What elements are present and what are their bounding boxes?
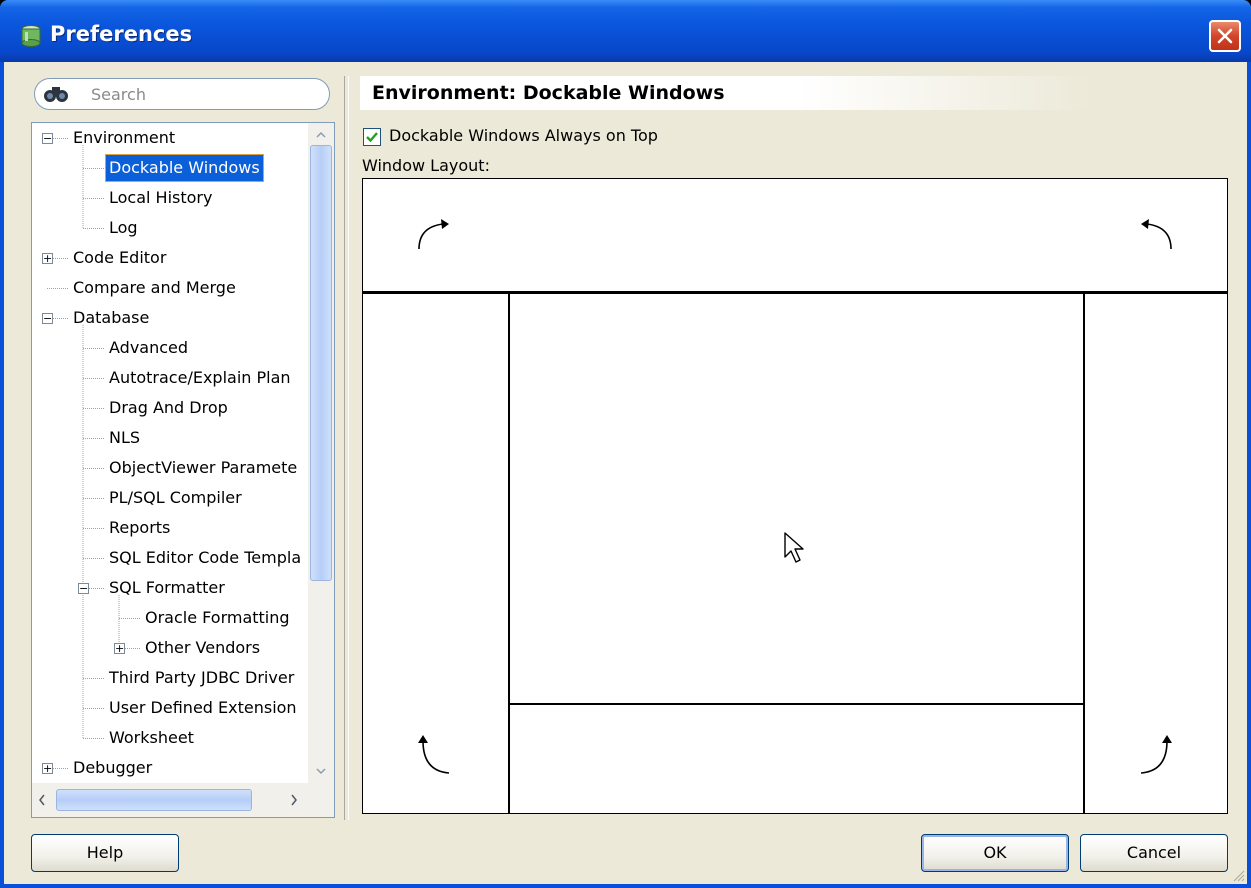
- tree-item-label: SQL Editor Code Templa: [109, 548, 302, 567]
- tree-item-label: Third Party JDBC Driver: [109, 668, 295, 687]
- tree-item-label: Other Vendors: [145, 638, 261, 657]
- tree-item-label: Environment: [73, 128, 176, 147]
- tree-item[interactable]: Worksheet: [105, 723, 198, 753]
- panel-title: Environment: Dockable Windows: [372, 82, 725, 104]
- tree-item-label: PL/SQL Compiler: [109, 488, 242, 507]
- binoculars-icon: [44, 87, 68, 102]
- tree-item-label: Drag And Drop: [109, 398, 228, 417]
- title-bar[interactable]: Preferences: [0, 0, 1251, 62]
- help-button[interactable]: Help: [31, 834, 179, 872]
- tree-item-label: Compare and Merge: [73, 278, 236, 297]
- tree-item[interactable]: Oracle Formatting: [141, 603, 294, 633]
- tree-item-label: Oracle Formatting: [145, 608, 290, 627]
- dialog-body: Search Environment − Dockable Windows Local…: [4, 62, 1247, 884]
- cancel-button[interactable]: Cancel: [1080, 834, 1228, 872]
- tree-item[interactable]: ObjectViewer Paramete: [105, 453, 301, 483]
- scroll-left-icon[interactable]: [32, 783, 52, 817]
- tree-item-label: Reports: [109, 518, 171, 537]
- scroll-up-icon[interactable]: [308, 125, 334, 145]
- preferences-dialog: Preferences Search Environment − Dockable …: [0, 0, 1251, 888]
- tree-item-label: Log: [109, 218, 138, 237]
- window-title: Preferences: [50, 22, 193, 46]
- tree-item[interactable]: NLS: [105, 423, 144, 453]
- vertical-scrollbar[interactable]: [308, 123, 334, 783]
- corner-arrow-bottom-right-icon[interactable]: [1131, 731, 1181, 781]
- tree-item-label: Database: [73, 308, 150, 327]
- tree-item-label: Dockable Windows: [105, 154, 264, 182]
- window-layout-label: Window Layout:: [362, 156, 490, 175]
- tree-item[interactable]: SQL Editor Code Templa: [105, 543, 305, 573]
- tree-item[interactable]: Advanced: [105, 333, 192, 363]
- app-icon: [21, 25, 41, 47]
- collapse-minus-icon[interactable]: −: [78, 583, 89, 594]
- tree-item-label: Autotrace/Explain Plan: [109, 368, 291, 387]
- close-button[interactable]: [1209, 20, 1241, 52]
- tree-item[interactable]: Reports: [105, 513, 174, 543]
- tree-item[interactable]: SQL Formatter: [105, 573, 229, 603]
- tree-item-label: Debugger: [73, 758, 153, 777]
- tree-item[interactable]: Local History: [105, 183, 216, 213]
- collapse-minus-icon[interactable]: −: [42, 133, 53, 144]
- close-icon: [1217, 28, 1233, 44]
- search-input[interactable]: Search: [34, 78, 330, 110]
- checkmark-icon: [366, 132, 378, 143]
- tree-item[interactable]: Environment: [69, 123, 179, 153]
- layout-right-divider: [1083, 291, 1085, 813]
- layout-bottom-divider: [508, 703, 1085, 705]
- always-on-top-checkbox[interactable]: [363, 128, 381, 146]
- expand-plus-icon[interactable]: +: [114, 643, 125, 654]
- panel-header: Environment: Dockable Windows: [360, 76, 1092, 110]
- tree-item[interactable]: Other Vendors: [141, 633, 264, 663]
- expand-plus-icon[interactable]: +: [42, 253, 53, 264]
- corner-arrow-top-left-icon[interactable]: [409, 209, 459, 259]
- tree-item[interactable]: User Defined Extension: [105, 693, 301, 723]
- tree-item[interactable]: Autotrace/Explain Plan: [105, 363, 295, 393]
- expand-plus-icon[interactable]: +: [42, 763, 53, 774]
- scroll-right-icon[interactable]: [284, 783, 304, 817]
- tree-item-label: Worksheet: [109, 728, 194, 747]
- tree-item-label: User Defined Extension: [109, 698, 297, 717]
- layout-top-divider: [363, 291, 1227, 294]
- tree-item[interactable]: PL/SQL Compiler: [105, 483, 246, 513]
- mouse-cursor-icon: [784, 532, 804, 563]
- resize-grip-icon[interactable]: [1231, 868, 1245, 882]
- tree-item[interactable]: Compare and Merge: [69, 273, 240, 303]
- tree-item-label: SQL Formatter: [109, 578, 225, 597]
- tree-item-label: NLS: [109, 428, 141, 447]
- tree-item-label: Code Editor: [73, 248, 167, 267]
- preferences-tree[interactable]: Environment − Dockable Windows Local Histor…: [31, 122, 335, 818]
- window-layout-diagram[interactable]: [362, 178, 1228, 814]
- corner-arrow-top-right-icon[interactable]: [1131, 209, 1181, 259]
- tree-item[interactable]: Code Editor: [69, 243, 170, 273]
- tree-item-label: ObjectViewer Paramete: [109, 458, 298, 477]
- horizontal-scrollbar[interactable]: [32, 783, 334, 817]
- tree-item[interactable]: Dockable Windows: [105, 153, 264, 183]
- tree-item[interactable]: Debugger: [69, 753, 156, 783]
- collapse-minus-icon[interactable]: −: [42, 313, 53, 324]
- tree-item[interactable]: Database: [69, 303, 153, 333]
- tree-item-label: Local History: [109, 188, 213, 207]
- tree-item[interactable]: Log: [105, 213, 142, 243]
- always-on-top-label[interactable]: Dockable Windows Always on Top: [389, 126, 658, 145]
- layout-left-divider: [508, 291, 510, 813]
- tree-item-label: Advanced: [109, 338, 189, 357]
- vertical-scroll-thumb[interactable]: [310, 145, 332, 581]
- ok-button[interactable]: OK: [921, 834, 1069, 872]
- corner-arrow-bottom-left-icon[interactable]: [409, 731, 459, 781]
- tree-item[interactable]: Drag And Drop: [105, 393, 232, 423]
- search-placeholder: Search: [91, 85, 146, 104]
- horizontal-scroll-thumb[interactable]: [56, 789, 252, 811]
- scroll-down-icon[interactable]: [308, 761, 334, 781]
- tree-item[interactable]: Third Party JDBC Driver: [105, 663, 298, 693]
- panel-splitter[interactable]: [344, 76, 349, 820]
